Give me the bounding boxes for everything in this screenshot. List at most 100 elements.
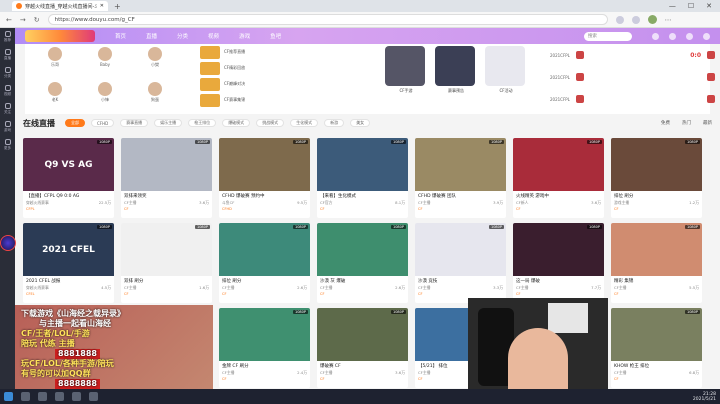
anchor-avatar-item[interactable]: 老K bbox=[35, 82, 75, 103]
filter-tab[interactable]: 赛事直播 bbox=[120, 119, 149, 127]
anchor-avatar-item[interactable]: 小锋 bbox=[85, 82, 125, 103]
live-card[interactable]: 1080P 精彩 集锦 CF主播 5.5万 CF bbox=[611, 223, 702, 303]
browser-tab[interactable]: 穿越火线直播_穿越火线直播间-斗鱼 ✕ bbox=[12, 1, 108, 11]
sidebar-item[interactable]: 关注 bbox=[0, 100, 15, 118]
stream-overlay-ad: 下载游戏《山海经之载异录》 与主播一起看山海经 CF/王者/LOL/手游 陪玩 … bbox=[15, 305, 213, 389]
extension-icon[interactable] bbox=[615, 15, 624, 24]
favorites-icon[interactable] bbox=[631, 15, 640, 24]
close-window-button[interactable]: ✕ bbox=[706, 2, 712, 10]
anchor-avatar bbox=[48, 47, 62, 61]
recommend-item[interactable]: CF巅峰对决 bbox=[200, 76, 310, 92]
card-thumbnail: 1080P bbox=[611, 138, 702, 191]
live-card[interactable]: 1080P 双排 刷分 CF主播 1.6万 CF bbox=[121, 223, 212, 303]
nav-link[interactable]: 首页 bbox=[115, 32, 126, 40]
site-search-input[interactable]: 搜索 bbox=[584, 31, 632, 41]
filter-tab[interactable]: 新游 bbox=[324, 119, 345, 127]
sort-option[interactable]: 免费 bbox=[661, 120, 670, 126]
douyu-logo[interactable] bbox=[25, 30, 95, 42]
sidebar-item[interactable]: 分类 bbox=[0, 64, 15, 82]
refresh-icon[interactable]: ↻ bbox=[34, 16, 40, 24]
anchor-avatar-item[interactable]: 乐哥 bbox=[35, 47, 75, 68]
sidebar-item[interactable]: 视频 bbox=[0, 82, 15, 100]
taskview-icon[interactable] bbox=[38, 392, 47, 401]
sidebar-item-label: 视频 bbox=[4, 92, 11, 96]
filter-tab[interactable]: 爆破模式 bbox=[222, 119, 251, 127]
recommend-item[interactable]: CF赛事集锦 bbox=[200, 92, 310, 108]
filter-tab[interactable]: 娱乐主播 bbox=[154, 119, 183, 127]
game-icon bbox=[4, 121, 11, 127]
card-thumbnail: 1080P bbox=[415, 223, 506, 276]
sidebar-item[interactable]: 直播 bbox=[0, 46, 15, 64]
filter-tab[interactable]: CFHD bbox=[91, 119, 115, 127]
browser-icon[interactable] bbox=[55, 392, 64, 401]
live-card[interactable]: 1080P 这一局 爆破 CF主播 7.7万 CF bbox=[513, 223, 604, 303]
nav-link[interactable]: 直播 bbox=[146, 32, 157, 40]
floating-game-badge-icon[interactable] bbox=[0, 235, 16, 251]
live-card[interactable]: 1080P KHOW 枪王 排位 CF主播 6.8万 CF bbox=[611, 308, 702, 388]
maximize-button[interactable]: ☐ bbox=[688, 2, 694, 10]
windows-taskbar: 21:28 2021/5/21 bbox=[0, 389, 720, 404]
match-row[interactable]: 2021CFPL bbox=[550, 66, 715, 88]
live-card[interactable]: 1080P 沙漠 竞技 CF主播 3.3万 CF bbox=[415, 223, 506, 303]
anchor-avatar-item[interactable]: Baby bbox=[85, 47, 125, 67]
card-thumbnail: 2021 CFEL 1080P bbox=[23, 223, 114, 276]
live-card[interactable]: Q9 VS AG 1080P 【直播】CFPL Q9 0:0 AG 穿越火线赛事 22.… bbox=[23, 138, 114, 218]
nav-link[interactable]: 鱼吧 bbox=[270, 32, 281, 40]
live-card[interactable]: 1080P 火线精英 游戏中 CF新人 3.6万 CF bbox=[513, 138, 604, 218]
close-tab-icon[interactable]: ✕ bbox=[100, 3, 104, 9]
live-card[interactable]: 1080P 沙漠 灰 爆破 CF主播 2.6万 CF bbox=[317, 223, 408, 303]
message-icon[interactable] bbox=[686, 32, 693, 40]
filter-tab[interactable]: 枪王排位 bbox=[188, 119, 217, 127]
match-row[interactable]: 2021CFPL bbox=[550, 88, 715, 110]
search-icon[interactable] bbox=[21, 392, 30, 401]
folder-icon[interactable] bbox=[72, 392, 81, 401]
anchor-avatar-item[interactable]: 狗蛋 bbox=[135, 82, 175, 103]
live-card[interactable]: 1080P CFHD 爆破赛 团队 CF主播 3.9万 CF bbox=[415, 138, 506, 218]
user-icon[interactable] bbox=[703, 32, 710, 40]
live-card[interactable]: 1080P 排位 刷分 游戏主播 1.2万 CF bbox=[611, 138, 702, 218]
recommend-item[interactable]: CF推荐直播 bbox=[200, 44, 310, 60]
card-title: 金牌 CF 刷分 bbox=[222, 364, 249, 369]
anchor-name: 乐哥 bbox=[51, 62, 59, 67]
new-tab-button[interactable]: + bbox=[114, 2, 121, 11]
start-icon[interactable] bbox=[4, 392, 13, 401]
nav-link[interactable]: 视频 bbox=[208, 32, 219, 40]
card-title: CFHD 爆破赛 预约中 bbox=[222, 194, 265, 199]
card-meta: CF主播 5.5万 bbox=[611, 284, 702, 292]
sidebar-item[interactable]: 游戏 bbox=[0, 118, 15, 136]
forward-icon[interactable]: → bbox=[20, 16, 26, 24]
filter-tab[interactable]: 挑战模式 bbox=[256, 119, 285, 127]
live-card[interactable]: 1080P 双排来领奖 CF主播 3.6万 CF bbox=[121, 138, 212, 218]
sort-option[interactable]: 最新 bbox=[703, 120, 712, 126]
live-card[interactable]: 1080P 【来看】生化模式 CF官方 8.1万 CF bbox=[317, 138, 408, 218]
profile-avatar[interactable] bbox=[647, 15, 657, 24]
follow-icon[interactable] bbox=[669, 32, 676, 40]
recommend-item[interactable]: CF精彩回放 bbox=[200, 60, 310, 76]
anchor-avatar-item[interactable]: 小樊 bbox=[135, 47, 175, 68]
filter-tab[interactable]: 生化模式 bbox=[290, 119, 319, 127]
app-icon[interactable] bbox=[89, 392, 98, 401]
url-input[interactable]: https://www.douyu.com/g_CF bbox=[47, 14, 608, 25]
back-icon[interactable]: ← bbox=[6, 16, 12, 24]
sidebar-item[interactable]: 推荐 bbox=[0, 28, 15, 46]
nav-link[interactable]: 游戏 bbox=[239, 32, 250, 40]
sidebar-item[interactable]: 更多 bbox=[0, 136, 15, 154]
game-entry[interactable]: CF活动 bbox=[485, 46, 527, 94]
minimize-button[interactable]: — bbox=[669, 2, 676, 10]
nav-link[interactable]: 分类 bbox=[177, 32, 188, 40]
sidebar-item-label: 直播 bbox=[4, 56, 11, 60]
sort-option[interactable]: 热门 bbox=[682, 120, 691, 126]
filter-tab[interactable]: 全部 bbox=[65, 119, 85, 127]
filter-tab[interactable]: 美女 bbox=[350, 119, 371, 127]
live-card[interactable]: 1080P 排位 刷分 CF主播 2.6万 CF bbox=[219, 223, 310, 303]
card-thumbnail: 1080P bbox=[219, 223, 310, 276]
live-card[interactable]: 1080P 爆破赛 CF CF主播 3.6万 CF bbox=[317, 308, 408, 388]
game-entry[interactable]: CF手游 bbox=[385, 46, 427, 94]
live-card[interactable]: 1080P 金牌 CF 刷分 CF主播 2.4万 CF bbox=[219, 308, 310, 388]
history-icon[interactable] bbox=[652, 32, 659, 40]
match-row[interactable]: 2021CFPL 0:0 bbox=[550, 44, 715, 66]
menu-icon[interactable]: ⋯ bbox=[665, 16, 672, 24]
game-entry[interactable]: 赛事预告 bbox=[435, 46, 477, 94]
live-card[interactable]: 1080P CFHD 爆破赛 预约中 斗鱼CF 9.5万 CFHD bbox=[219, 138, 310, 218]
live-card[interactable]: 2021 CFEL 1080P 2021 CFEL 战报 穿越火线赛事 4.5万 CFEL bbox=[23, 223, 114, 303]
